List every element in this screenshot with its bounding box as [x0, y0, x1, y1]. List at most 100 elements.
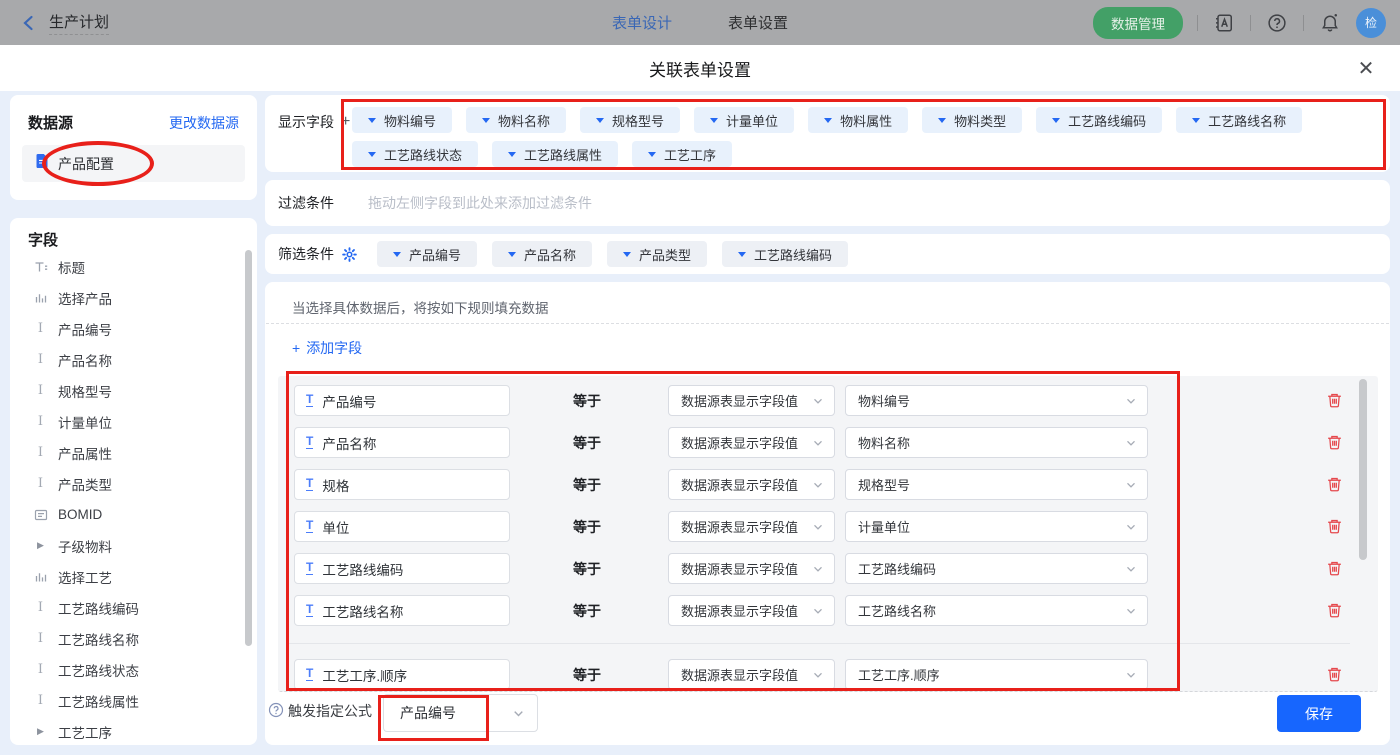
contacts-book-icon[interactable]	[1212, 11, 1236, 35]
add-field-link[interactable]: + 添加字段	[292, 338, 362, 358]
mapping-field-input[interactable]: T工艺工序.顺序	[294, 659, 510, 690]
mapping-field-input[interactable]: T规格	[294, 469, 510, 500]
source-type-select[interactable]: 数据源表显示字段值	[668, 595, 835, 626]
help-circle-icon[interactable]	[268, 702, 284, 718]
source-field-value: 工艺工序.顺序	[858, 665, 940, 684]
source-type-select[interactable]: 数据源表显示字段值	[668, 659, 835, 690]
source-field-select[interactable]: 物料编号	[845, 385, 1148, 416]
chevron-down-icon	[824, 118, 832, 123]
field-item-child-material[interactable]: ▶ 子级物料	[28, 530, 238, 561]
source-field-select[interactable]: 工艺工序.顺序	[845, 659, 1148, 690]
mapping-field-input[interactable]: T产品名称	[294, 427, 510, 458]
field-item-title[interactable]: 标题	[28, 251, 238, 282]
mapping-field-input[interactable]: T单位	[294, 511, 510, 542]
trash-icon[interactable]	[1326, 392, 1343, 409]
field-item-bomid[interactable]: BOMID	[28, 499, 238, 530]
gear-icon[interactable]	[342, 247, 357, 262]
trash-icon[interactable]	[1326, 518, 1343, 535]
source-field-select[interactable]: 计量单位	[845, 511, 1148, 542]
source-type-value: 数据源表显示字段值	[681, 433, 798, 452]
display-field-tag[interactable]: 工艺路线属性	[492, 141, 618, 167]
field-item-route-name[interactable]: I 工艺路线名称	[28, 623, 238, 654]
field-item-process-step[interactable]: ▶ 工艺工序	[28, 716, 238, 747]
source-field-select[interactable]: 工艺路线编码	[845, 553, 1148, 584]
field-item-route-status[interactable]: I 工艺路线状态	[28, 654, 238, 685]
filter-drop-placeholder[interactable]: 拖动左侧字段到此处来添加过滤条件	[368, 193, 592, 213]
source-type-select[interactable]: 数据源表显示字段值	[668, 553, 835, 584]
source-field-select[interactable]: 规格型号	[845, 469, 1148, 500]
trash-icon[interactable]	[1326, 602, 1343, 619]
sift-field-tag[interactable]: 产品编号	[377, 241, 477, 267]
trash-icon[interactable]	[1326, 666, 1343, 683]
field-item-label: 工艺路线编码	[58, 598, 139, 618]
save-button[interactable]: 保存	[1277, 695, 1361, 732]
chevron-down-icon	[812, 521, 824, 533]
trash-icon[interactable]	[1326, 560, 1343, 577]
bell-icon[interactable]	[1318, 11, 1342, 35]
sift-field-tag[interactable]: 产品名称	[492, 241, 592, 267]
datasource-item-product-config[interactable]: 产品配置	[22, 145, 245, 182]
tab-form-design[interactable]: 表单设计	[612, 12, 672, 33]
sift-field-tag[interactable]: 产品类型	[607, 241, 707, 267]
chevron-down-icon	[738, 252, 746, 257]
data-manage-button[interactable]: 数据管理	[1093, 7, 1183, 39]
source-field-select[interactable]: 工艺路线名称	[845, 595, 1148, 626]
mapping-row: T产品编号 等于 数据源表显示字段值 物料编号	[278, 385, 1378, 416]
source-field-select[interactable]: 物料名称	[845, 427, 1148, 458]
trigger-formula-select[interactable]: 产品编号	[383, 694, 538, 732]
source-type-select[interactable]: 数据源表显示字段值	[668, 469, 835, 500]
divider	[1303, 15, 1304, 31]
source-type-value: 数据源表显示字段值	[681, 391, 798, 410]
source-type-select[interactable]: 数据源表显示字段值	[668, 385, 835, 416]
sidebar-scrollbar[interactable]	[245, 250, 252, 646]
field-item-label: 工艺路线名称	[58, 629, 139, 649]
display-fields-card: 显示字段 + 物料编号 物料名称 规格型号 计量单位 物料属性 物料类型 工艺路…	[265, 95, 1390, 172]
change-datasource-link[interactable]: 更改数据源	[169, 113, 239, 133]
display-field-tag[interactable]: 物料名称	[466, 107, 566, 133]
field-item-product-type[interactable]: I 产品类型	[28, 468, 238, 499]
field-item-product-attr[interactable]: I 产品属性	[28, 437, 238, 468]
avatar[interactable]: 检	[1356, 8, 1386, 38]
display-field-tag[interactable]: 计量单位	[694, 107, 794, 133]
field-item-route-attr[interactable]: I 工艺路线属性	[28, 685, 238, 716]
mapping-field-input[interactable]: T工艺路线名称	[294, 595, 510, 626]
source-type-select[interactable]: 数据源表显示字段值	[668, 427, 835, 458]
tag-label: 产品编号	[409, 245, 461, 264]
mapping-field-input[interactable]: T产品编号	[294, 385, 510, 416]
close-icon[interactable]: ✕	[1354, 56, 1378, 80]
fields-title: 字段	[28, 229, 58, 250]
display-field-tag[interactable]: 规格型号	[580, 107, 680, 133]
display-field-tag[interactable]: 物料编号	[352, 107, 452, 133]
field-item-product-code[interactable]: I 产品编号	[28, 313, 238, 344]
mapping-row: T规格 等于 数据源表显示字段值 规格型号	[278, 469, 1378, 500]
help-icon[interactable]	[1265, 11, 1289, 35]
field-item-select-process[interactable]: 选择工艺	[28, 561, 238, 592]
field-item-product-name[interactable]: I 产品名称	[28, 344, 238, 375]
tag-label: 工艺路线编码	[754, 245, 832, 264]
source-type-value: 数据源表显示字段值	[681, 559, 798, 578]
display-field-tag[interactable]: 工艺路线编码	[1036, 107, 1162, 133]
display-field-tag[interactable]: 工艺路线名称	[1176, 107, 1302, 133]
display-field-tag[interactable]: 物料类型	[922, 107, 1022, 133]
field-item-route-code[interactable]: I 工艺路线编码	[28, 592, 238, 623]
display-field-tag[interactable]: 工艺路线状态	[352, 141, 478, 167]
field-item-unit[interactable]: I 计量单位	[28, 406, 238, 437]
datasource-item-label: 产品配置	[58, 154, 114, 174]
source-type-select[interactable]: 数据源表显示字段值	[668, 511, 835, 542]
sift-field-tag[interactable]: 工艺路线编码	[722, 241, 848, 267]
text-field-icon: I	[33, 352, 48, 367]
mapping-scrollbar[interactable]	[1359, 379, 1367, 560]
tab-form-settings[interactable]: 表单设置	[728, 12, 788, 33]
divider	[286, 643, 1350, 644]
tag-label: 工艺工序	[664, 145, 716, 164]
mapping-field-input[interactable]: T工艺路线编码	[294, 553, 510, 584]
field-item-select-product[interactable]: 选择产品	[28, 282, 238, 313]
trash-icon[interactable]	[1326, 476, 1343, 493]
display-field-tag[interactable]: 物料属性	[808, 107, 908, 133]
add-display-field-button[interactable]: +	[341, 113, 350, 131]
field-item-spec-model[interactable]: I 规格型号	[28, 375, 238, 406]
trash-icon[interactable]	[1326, 434, 1343, 451]
text-input-icon: T	[306, 394, 313, 407]
display-field-tag[interactable]: 工艺工序	[632, 141, 732, 167]
add-field-label: 添加字段	[306, 338, 362, 358]
